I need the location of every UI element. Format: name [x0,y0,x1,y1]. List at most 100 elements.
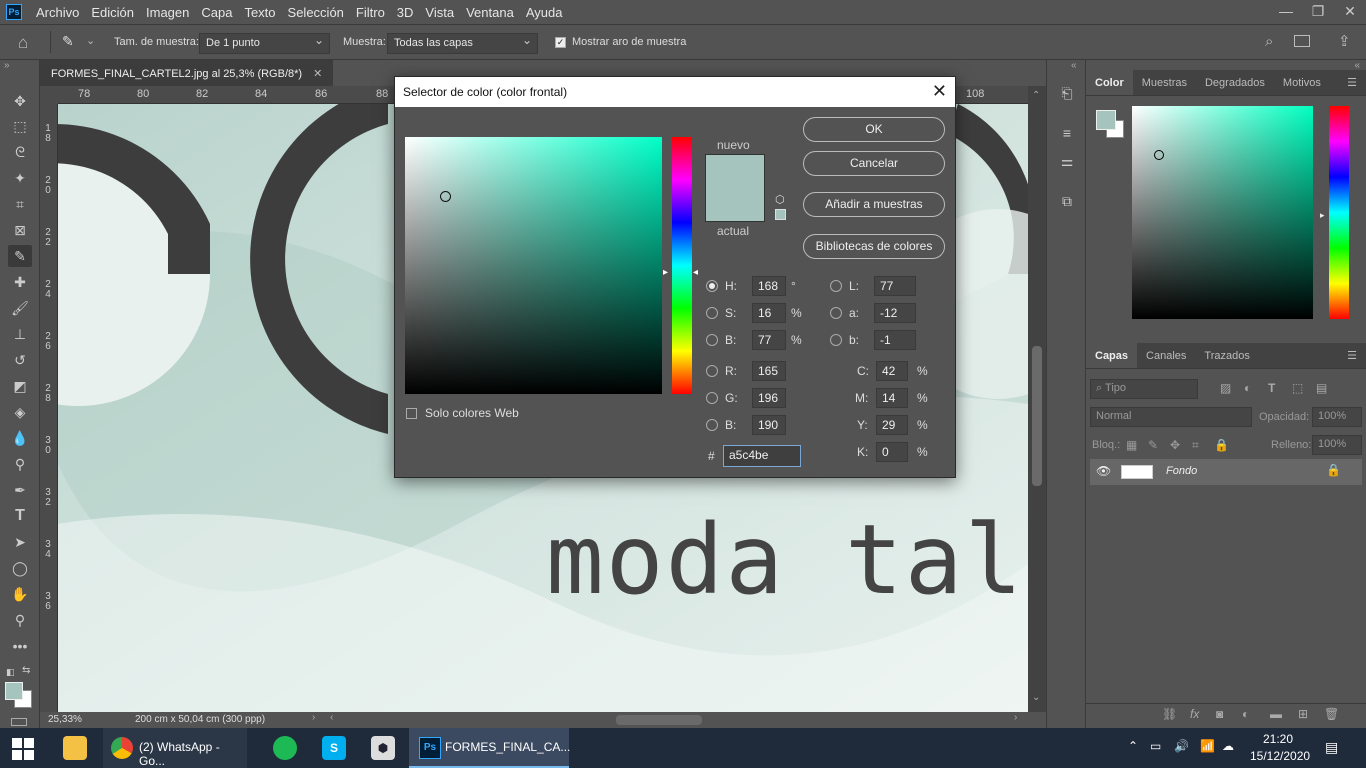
k-field[interactable]: 0 [876,442,908,462]
brush-settings-icon[interactable]: ≡ [1055,122,1079,144]
hue-marker-icon[interactable]: ▸ [1320,210,1325,221]
workspace-icon[interactable] [1294,35,1310,47]
hue-slider-left-marker-icon[interactable]: ▸ [663,267,668,278]
g-field[interactable]: 196 [752,388,786,408]
lock-pixels-icon[interactable]: ✎ [1148,438,1158,452]
swap-colors-icon[interactable]: ⇆ [22,665,30,676]
taskbar-app-photoshop[interactable]: Ps FORMES_FINAL_CA... [409,728,570,768]
quick-mask-icon[interactable] [11,718,27,726]
document-tab[interactable]: FORMES_FINAL_CARTEL2.jpg al 25,3% (RGB/8… [40,60,334,86]
cloud-icon[interactable]: ☁ [1222,739,1234,753]
r-field[interactable]: 165 [752,361,786,381]
tab-muestras[interactable]: Muestras [1133,70,1196,95]
filter-adjustment-icon[interactable]: ◐ [1244,381,1251,395]
menu-archivo[interactable]: Archivo [30,5,85,20]
close-icon[interactable]: ✕ [1334,0,1366,24]
color-picker-marker[interactable] [440,191,451,202]
layer-lock-icon[interactable]: 🔒 [1326,463,1341,477]
menu-capa[interactable]: Capa [195,5,238,20]
dodge-tool-icon[interactable]: ⚲ [8,453,32,475]
c-field[interactable]: 42 [876,361,908,381]
adjustment-layer-icon[interactable]: ◐ [1242,707,1249,721]
hex-field[interactable]: a5c4be [723,445,801,467]
zoom-level[interactable]: 25,33% [48,714,82,725]
lock-artboard-icon[interactable]: ⌗ [1192,438,1199,453]
healing-tool-icon[interactable]: ✚ [8,271,32,293]
lab-b-field[interactable]: -1 [874,330,916,350]
close-tab-icon[interactable]: ✕ [313,68,322,80]
a-field[interactable]: -12 [874,303,916,323]
paint-bucket-tool-icon[interactable]: ◈ [8,401,32,423]
move-tool-icon[interactable]: ✥ [8,90,32,112]
adjustments-icon[interactable]: ⚌ [1055,150,1079,172]
radio-l[interactable] [830,280,842,292]
panel-menu-icon[interactable]: ☰ [1338,343,1366,368]
wifi-icon[interactable]: 📶 [1200,739,1215,753]
path-selection-tool-icon[interactable]: ➤ [8,531,32,553]
close-icon[interactable]: ✕ [932,81,947,102]
scroll-up-icon[interactable]: ⌃ [1032,90,1040,101]
foreground-color-swatch[interactable] [1096,110,1116,130]
layer-style-icon[interactable]: fx [1190,707,1199,721]
notifications-icon[interactable]: ▤ [1325,739,1338,756]
scroll-right-icon[interactable]: › [1014,712,1017,723]
s-field[interactable]: 16 [752,303,786,323]
y-field[interactable]: 29 [876,415,908,435]
eraser-tool-icon[interactable]: ◩ [8,375,32,397]
marquee-tool-icon[interactable]: ⬚ [8,115,32,137]
blend-mode-select[interactable]: Normal [1090,407,1252,427]
crop-tool-icon[interactable]: ⌗ [8,193,32,215]
minimize-icon[interactable]: — [1270,0,1302,24]
collapse-icon[interactable]: » [4,60,10,71]
b-field[interactable]: 77 [752,330,786,350]
volume-icon[interactable]: 🔊 [1174,739,1189,753]
menu-ventana[interactable]: Ventana [460,5,520,20]
new-group-icon[interactable]: ▬ [1270,707,1282,721]
clock-date[interactable]: 15/12/2020 [1250,749,1310,763]
hand-tool-icon[interactable]: ✋ [8,583,32,605]
default-colors-icon[interactable]: ◧ [6,667,15,678]
home-icon[interactable]: ⌂ [18,33,28,53]
radio-r[interactable] [706,365,718,377]
new-layer-icon[interactable]: ⊞ [1298,707,1308,721]
skype-icon[interactable]: S [322,736,346,760]
blue-field[interactable]: 190 [752,415,786,435]
radio-blue[interactable] [706,419,718,431]
web-only-checkbox[interactable] [406,408,417,419]
clock-time[interactable]: 21:20 [1263,732,1293,746]
lock-position-icon[interactable]: ✥ [1170,438,1180,452]
brush-tool-icon[interactable]: 🖌 [8,297,32,319]
filter-shape-icon[interactable]: ⬚ [1292,381,1303,395]
show-ring-checkbox[interactable]: ✓ [555,37,566,48]
zoom-tool-icon[interactable]: ⚲ [8,609,32,631]
ok-button[interactable]: OK [803,117,945,142]
windows-start-icon[interactable] [12,738,34,760]
menu-vista[interactable]: Vista [419,5,460,20]
photoshop-logo-icon[interactable]: Ps [6,4,22,20]
link-layers-icon[interactable]: ⛓ [1162,707,1177,721]
spotify-icon[interactable] [273,736,297,760]
lock-transparent-icon[interactable]: ▦ [1126,438,1137,452]
tab-motivos[interactable]: Motivos [1274,70,1330,95]
type-tool-icon[interactable]: T [8,505,32,527]
eyedropper-icon[interactable]: ✎ [62,33,74,50]
scroll-left-icon[interactable]: ‹ [330,712,333,723]
pen-tool-icon[interactable]: ✒ [8,479,32,501]
opacity-field[interactable]: 100% [1312,407,1362,427]
vertical-scrollbar[interactable]: ⌃ ⌄ [1028,86,1046,712]
radio-g[interactable] [706,392,718,404]
collapse-icon[interactable]: « [1071,60,1077,71]
frame-tool-icon[interactable]: ⊠ [8,219,32,241]
sample-size-select[interactable]: De 1 punto [199,33,330,54]
layer-row[interactable]: 👁 Fondo 🔒 [1090,459,1362,485]
color-picker-marker[interactable] [1154,150,1164,160]
tab-color[interactable]: Color [1086,70,1133,95]
tab-canales[interactable]: Canales [1137,343,1195,368]
cancel-button[interactable]: Cancelar [803,151,945,176]
menu-texto[interactable]: Texto [238,5,281,20]
collapse-icon[interactable]: « [1354,60,1360,71]
eyedropper-tool-icon[interactable]: ✎ [8,245,32,267]
stamp-tool-icon[interactable]: ⊥ [8,323,32,345]
radio-a[interactable] [830,307,842,319]
add-mask-icon[interactable]: ◙ [1216,707,1223,721]
